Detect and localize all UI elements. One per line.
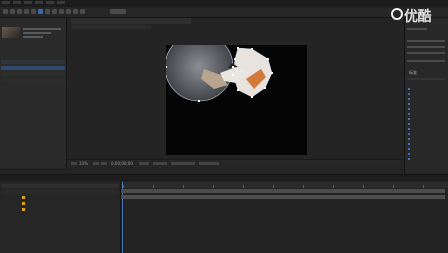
puppet-pin-icon[interactable] [80, 9, 85, 14]
effect-category-icon[interactable] [408, 103, 410, 105]
effect-category-icon[interactable] [408, 133, 410, 135]
effect-category-icon[interactable] [408, 93, 410, 95]
zoom-tool-icon[interactable] [17, 9, 22, 14]
footage-info-line [23, 32, 51, 34]
ruler-tick [333, 185, 334, 188]
ruler-tick [153, 185, 154, 188]
text-tool-icon[interactable] [52, 9, 57, 14]
snapping-toggle[interactable] [110, 9, 126, 14]
footage-info-line [23, 28, 61, 30]
effect-category-icon[interactable] [408, 143, 410, 145]
grid-toggle[interactable] [93, 162, 99, 165]
panel-line [407, 40, 445, 42]
watermark-text: 优酷 [404, 9, 432, 25]
snapshot-button[interactable] [139, 162, 149, 165]
canvas-artwork [164, 32, 307, 155]
effects-presets-panel: 标准 [404, 18, 448, 173]
menu-items[interactable] [2, 1, 65, 4]
ruler-tick [243, 185, 244, 188]
project-item[interactable] [1, 78, 65, 82]
mask-tool-icon[interactable] [38, 9, 43, 14]
camera-tool-icon[interactable] [31, 9, 36, 14]
footage-info-line [23, 36, 43, 38]
brush-tool-icon[interactable] [59, 9, 64, 14]
layer-row[interactable] [2, 196, 118, 200]
layer-color-swatch [22, 208, 25, 211]
ruler-tick [183, 185, 184, 188]
time-ruler[interactable] [121, 182, 448, 188]
composition-tab[interactable] [71, 18, 191, 24]
composition-canvas[interactable] [164, 32, 307, 155]
effect-category-icon[interactable] [408, 108, 410, 110]
timeline-layer-list [0, 182, 121, 253]
mask-visibility-toggle[interactable] [101, 162, 107, 165]
effect-category-icon[interactable] [408, 118, 410, 120]
timecode-search-row[interactable] [2, 184, 118, 188]
youku-logo-icon [391, 8, 403, 20]
composition-footer: 33% 0;00;00;00 [67, 159, 403, 167]
effect-category-icon[interactable] [408, 158, 410, 160]
effect-category-icon[interactable] [408, 123, 410, 125]
layer-row[interactable] [2, 202, 118, 206]
layer-duration-bar[interactable] [121, 195, 445, 199]
workspace-label: 标准 [409, 70, 417, 75]
ruler-tick [303, 185, 304, 188]
project-item[interactable] [1, 72, 65, 76]
effect-category-icon[interactable] [408, 128, 410, 130]
menu-bar [0, 0, 448, 7]
zoom-level[interactable]: 33% [79, 161, 88, 166]
timeline-panel [0, 174, 448, 253]
selection-tool-icon[interactable] [3, 9, 8, 14]
composition-panel: 33% 0;00;00;00 [67, 18, 403, 173]
current-time-display[interactable]: 0;00;00;00 [111, 161, 133, 166]
effects-search-input[interactable] [407, 78, 445, 80]
ruler-tick [423, 185, 424, 188]
footage-thumbnail [2, 27, 20, 38]
effect-category-icon[interactable] [408, 148, 410, 150]
eraser-icon[interactable] [73, 9, 78, 14]
project-item-selected[interactable] [1, 66, 65, 70]
ruler-tick [363, 185, 364, 188]
panel-line [407, 46, 445, 48]
effect-category-icon[interactable] [408, 138, 410, 140]
ruler-tick [393, 185, 394, 188]
view-dropdown[interactable] [171, 162, 195, 165]
layer-row[interactable] [2, 208, 118, 212]
project-panel [0, 18, 67, 168]
magnification-dropdown[interactable] [71, 162, 77, 165]
effect-category-icon[interactable] [408, 88, 410, 90]
clone-stamp-icon[interactable] [66, 9, 71, 14]
resolution-dropdown[interactable] [153, 162, 167, 165]
views-layout-dropdown[interactable] [199, 162, 219, 165]
ruler-tick [273, 185, 274, 188]
playback-controls[interactable] [407, 60, 445, 62]
composition-breadcrumb[interactable] [71, 25, 151, 29]
effect-category-icon[interactable] [408, 113, 410, 115]
rotate-tool-icon[interactable] [24, 9, 29, 14]
ruler-tick [123, 185, 124, 188]
timeline-tabs[interactable] [0, 175, 448, 181]
panel-line [407, 52, 445, 54]
layer-duration-bar[interactable] [121, 189, 445, 193]
pen-tool-icon[interactable] [45, 9, 50, 14]
hand-tool-icon[interactable] [10, 9, 15, 14]
layer-color-swatch [22, 196, 25, 199]
ruler-tick [213, 185, 214, 188]
effect-category-icon[interactable] [408, 98, 410, 100]
layer-color-swatch [22, 202, 25, 205]
tools-toolbar [0, 7, 448, 18]
layer-column-header [2, 190, 118, 194]
project-column-header[interactable] [1, 60, 65, 64]
effect-category-icon[interactable] [408, 153, 410, 155]
panel-header [407, 28, 427, 30]
